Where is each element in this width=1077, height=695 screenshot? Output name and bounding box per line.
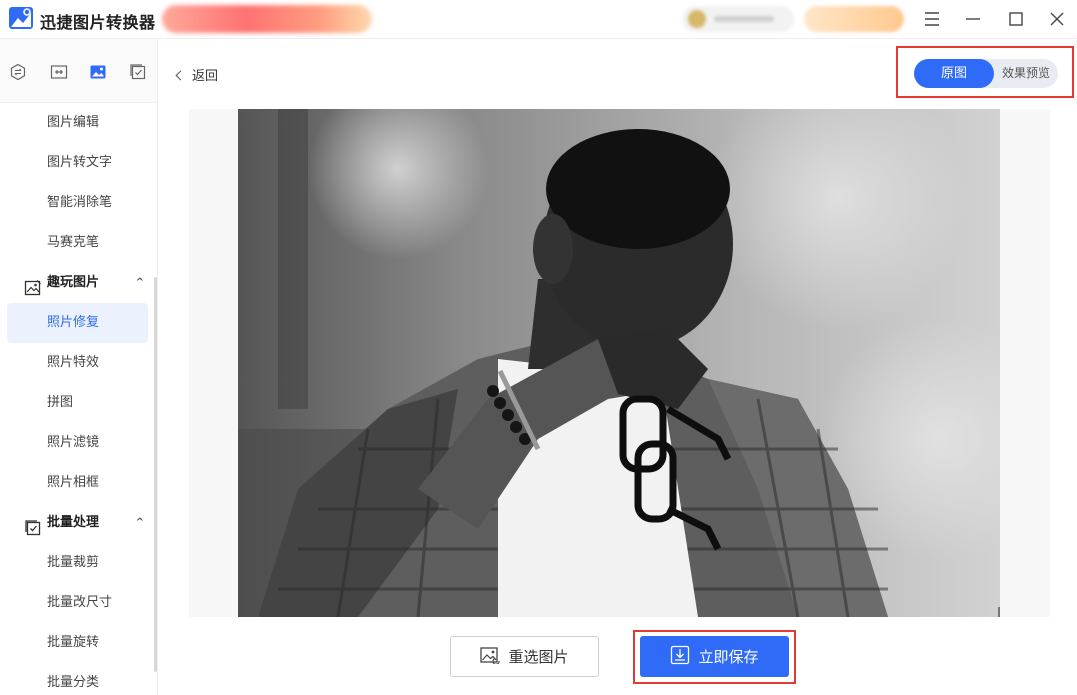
sidebar-tool-icons <box>0 39 157 103</box>
avatar <box>688 10 706 28</box>
batch-check-icon <box>24 514 42 536</box>
chevron-up-icon: ^ <box>135 517 144 528</box>
promo-banner[interactable] <box>162 5 372 33</box>
menu-icon[interactable] <box>922 9 942 29</box>
app-title: 迅捷图片转换器 <box>40 13 156 32</box>
fun-image-icon <box>24 274 42 296</box>
sidebar-item-image-edit[interactable]: 图片编辑 <box>7 103 148 143</box>
sidebar-item-photo-filter[interactable]: 照片滤镜 <box>7 423 148 463</box>
convert-icon[interactable] <box>9 63 27 81</box>
app-logo-icon <box>9 7 33 29</box>
image-icon[interactable] <box>89 63 107 81</box>
user-name <box>714 16 774 22</box>
compress-icon[interactable] <box>50 63 68 81</box>
save-now-button[interactable]: 立即保存 <box>640 636 789 677</box>
batch-check-icon[interactable] <box>129 63 147 81</box>
sidebar-item-batch-crop[interactable]: 批量裁剪 <box>7 543 148 583</box>
chevron-left-icon <box>175 70 186 81</box>
original-view-button[interactable]: 原图 <box>914 59 994 88</box>
sidebar-item-batch-resize[interactable]: 批量改尺寸 <box>7 583 148 623</box>
preview-view-button[interactable]: 效果预览 <box>994 59 1058 88</box>
reselect-image-button[interactable]: 重选图片 <box>450 636 599 677</box>
sidebar-group-fun[interactable]: 趣玩图片 ^ <box>7 263 148 303</box>
close-icon[interactable] <box>1047 9 1067 29</box>
sidebar-item-photo-frame[interactable]: 照片相框 <box>7 463 148 503</box>
save-now-label: 立即保存 <box>698 648 759 666</box>
minimize-icon[interactable] <box>963 9 983 29</box>
view-toggle[interactable]: 原图 效果预览 <box>914 59 1058 88</box>
sidebar-item-batch-classify[interactable]: 批量分类 <box>7 663 148 695</box>
sidebar: 图片编辑 图片转文字 智能消除笔 马赛克笔 趣玩图片 ^ 照片修复 照片特效 拼… <box>0 39 158 695</box>
sidebar-item-photo-effects[interactable]: 照片特效 <box>7 343 148 383</box>
sidebar-item-collage[interactable]: 拼图 <box>7 383 148 423</box>
sidebar-group-label: 批量处理 <box>47 515 100 530</box>
download-icon <box>670 645 690 669</box>
sidebar-group-batch[interactable]: 批量处理 ^ <box>7 503 148 543</box>
sidebar-item-batch-rotate[interactable]: 批量旋转 <box>7 623 148 663</box>
sidebar-item-smart-eraser[interactable]: 智能消除笔 <box>7 183 148 223</box>
vip-button[interactable] <box>804 6 904 32</box>
sidebar-item-mosaic-pen[interactable]: 马赛克笔 <box>7 223 148 263</box>
reselect-image-label: 重选图片 <box>508 648 569 666</box>
sidebar-group-label: 趣玩图片 <box>47 275 100 290</box>
back-button[interactable]: 返回 <box>175 65 219 84</box>
back-label: 返回 <box>192 69 219 84</box>
sidebar-item-image-to-text[interactable]: 图片转文字 <box>7 143 148 183</box>
reselect-image-icon <box>480 646 501 668</box>
chevron-up-icon: ^ <box>135 277 144 288</box>
sidebar-item-photo-repair[interactable]: 照片修复 <box>7 303 148 343</box>
user-account[interactable] <box>682 6 794 32</box>
maximize-icon[interactable] <box>1006 9 1026 29</box>
sidebar-scrollbar[interactable] <box>154 277 157 672</box>
photo-preview <box>238 109 1000 617</box>
title-bar: 迅捷图片转换器 <box>0 0 1077 39</box>
